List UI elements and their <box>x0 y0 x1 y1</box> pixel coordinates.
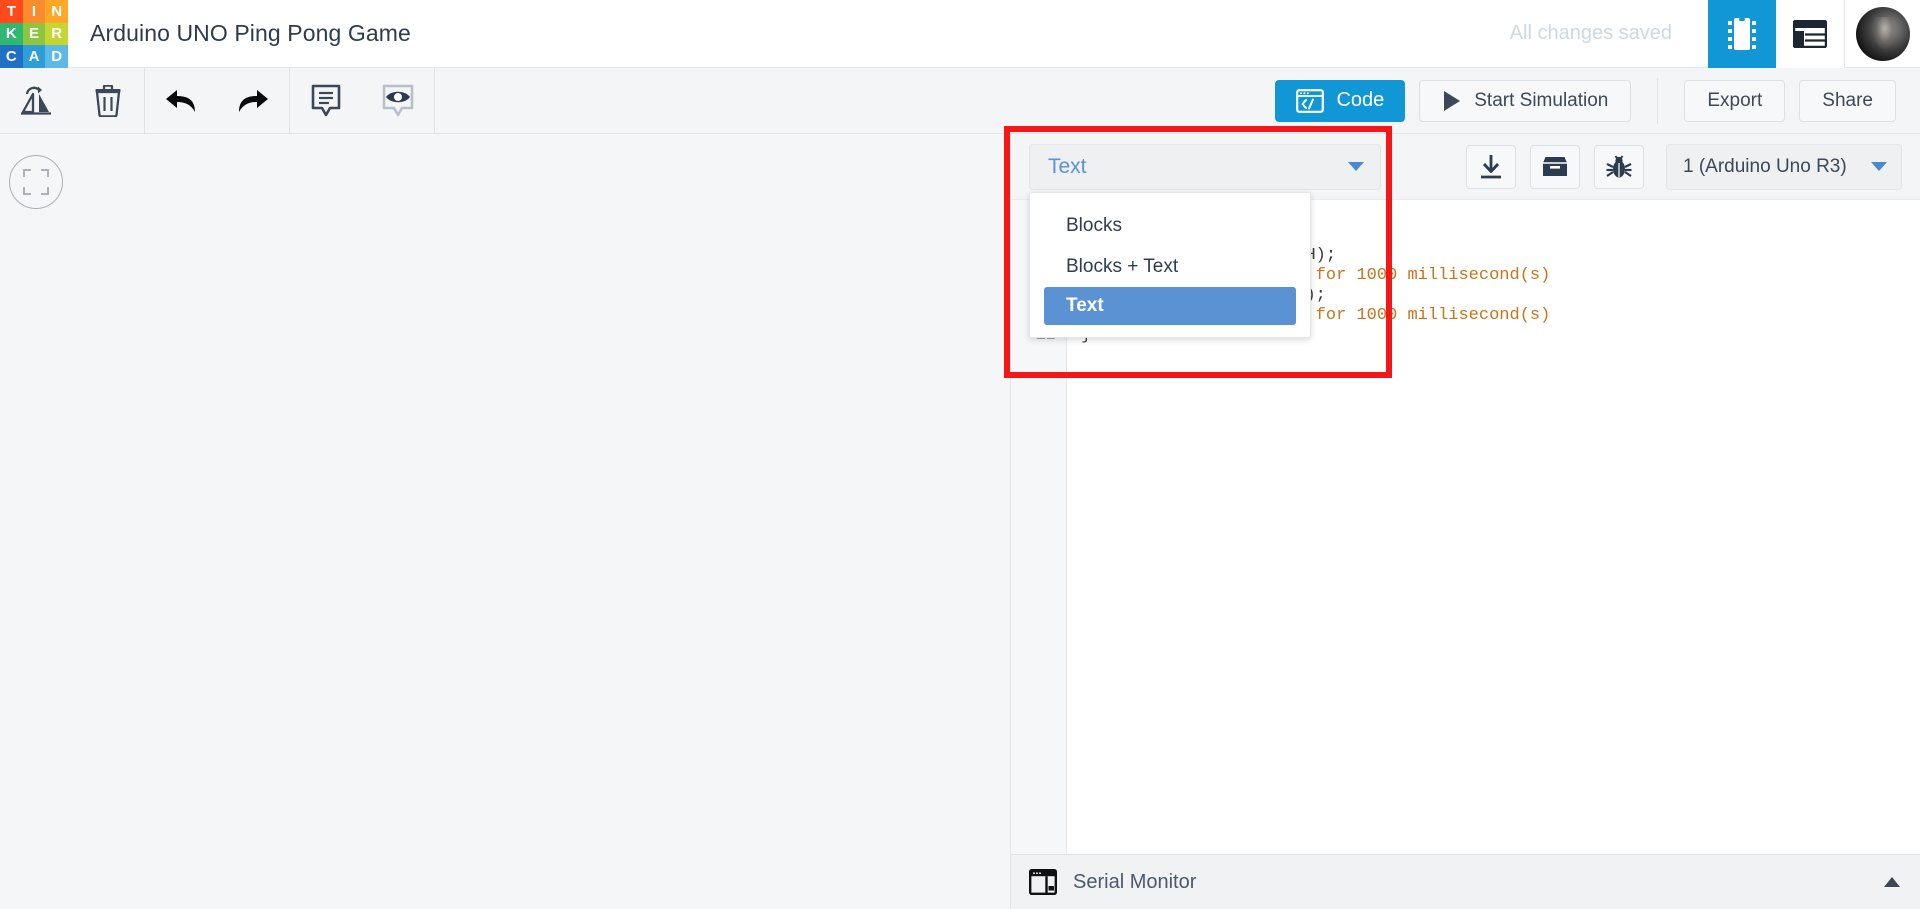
header-spacer <box>411 0 1510 67</box>
components-panel-button[interactable] <box>1708 0 1776 68</box>
menu-item-text[interactable]: Text <box>1044 287 1296 325</box>
toolbar-actions: Code Start Simulation Export Share <box>1275 68 1920 133</box>
logo-cell-c: C <box>0 45 23 68</box>
edit-toolbar: Code Start Simulation Export Share <box>0 68 1920 134</box>
logo-cell-d: D <box>45 45 68 68</box>
serial-monitor-icon <box>1029 869 1057 895</box>
download-code-button[interactable] <box>1466 144 1516 189</box>
list-view-icon <box>1793 20 1827 48</box>
menu-item-blocks[interactable]: Blocks <box>1030 205 1310 246</box>
code-mode-menu[interactable]: Blocks Blocks + Text Text <box>1029 192 1311 338</box>
undo-icon <box>164 87 198 115</box>
redo-button[interactable] <box>217 68 289 133</box>
fit-view-icon <box>23 169 49 195</box>
logo-cell-i: I <box>22 0 46 23</box>
logo-cell-r: R <box>45 22 68 46</box>
code-list-button[interactable] <box>1776 0 1844 68</box>
logo-cell-e: E <box>22 22 46 46</box>
tinkercad-logo[interactable]: TINKERCAD <box>0 0 68 68</box>
code-mode-select[interactable]: Text <box>1029 143 1381 190</box>
debug-button[interactable] <box>1594 144 1644 189</box>
chip-icon <box>1727 16 1757 52</box>
toolbar-divider <box>1657 77 1659 124</box>
logo-cell-t: T <box>0 0 23 23</box>
fit-to-view-button[interactable] <box>9 155 63 209</box>
page-title: Arduino UNO Ping Pong Game <box>90 20 411 46</box>
chevron-up-icon[interactable] <box>1884 877 1900 887</box>
eye-icon <box>382 84 414 118</box>
code-icon <box>1296 88 1325 113</box>
logo-cell-a: A <box>22 45 46 68</box>
toolbar-group-view <box>290 68 435 133</box>
rotate-icon <box>19 86 53 116</box>
note-icon <box>311 84 341 118</box>
code-panel: Text Blocks Blocks + Text Text 1 (Arduin… <box>1010 134 1920 909</box>
chevron-down-icon <box>1348 162 1364 171</box>
download-icon <box>1479 154 1503 180</box>
export-label: Export <box>1707 89 1763 111</box>
save-status: All changes saved <box>1509 22 1672 44</box>
menu-item-blocks-text[interactable]: Blocks + Text <box>1030 246 1310 287</box>
trash-icon <box>95 84 121 117</box>
logo-cell-n: N <box>45 0 68 23</box>
code-library-button[interactable] <box>1530 144 1580 189</box>
redo-icon <box>236 87 270 115</box>
board-select[interactable]: 1 (Arduino Uno R3) <box>1666 143 1902 190</box>
board-select-value: 1 (Arduino Uno R3) <box>1683 155 1847 177</box>
undo-button[interactable] <box>145 68 217 133</box>
workplane-canvas[interactable] <box>0 134 1010 909</box>
app-header: TINKERCAD Arduino UNO Ping Pong Game All… <box>0 0 1920 68</box>
code-toolbar: Text Blocks Blocks + Text Text 1 (Arduin… <box>1011 134 1920 338</box>
rotate-button[interactable] <box>0 68 72 133</box>
export-button[interactable]: Export <box>1684 79 1786 122</box>
bug-icon <box>1606 154 1632 180</box>
avatar[interactable] <box>1855 7 1910 61</box>
code-button-label: Code <box>1336 89 1385 111</box>
play-icon <box>1442 90 1462 112</box>
code-button[interactable]: Code <box>1275 79 1406 122</box>
start-simulation-label: Start Simulation <box>1474 89 1609 111</box>
code-mode-value: Text <box>1048 154 1087 178</box>
delete-button[interactable] <box>72 68 144 133</box>
logo-cell-k: K <box>0 22 23 46</box>
toolbar-group-history <box>145 68 290 133</box>
toolbar-group-transform <box>0 68 145 133</box>
start-simulation-button[interactable]: Start Simulation <box>1419 79 1632 122</box>
notes-button[interactable] <box>290 68 362 133</box>
avatar-container[interactable] <box>1844 0 1920 68</box>
share-button[interactable]: Share <box>1799 79 1896 122</box>
serial-monitor-label: Serial Monitor <box>1073 870 1197 893</box>
library-icon <box>1542 155 1568 179</box>
visibility-button[interactable] <box>362 68 434 133</box>
serial-monitor-bar[interactable]: Serial Monitor <box>1011 854 1920 909</box>
chevron-down-icon <box>1871 162 1887 171</box>
share-label: Share <box>1822 89 1873 111</box>
